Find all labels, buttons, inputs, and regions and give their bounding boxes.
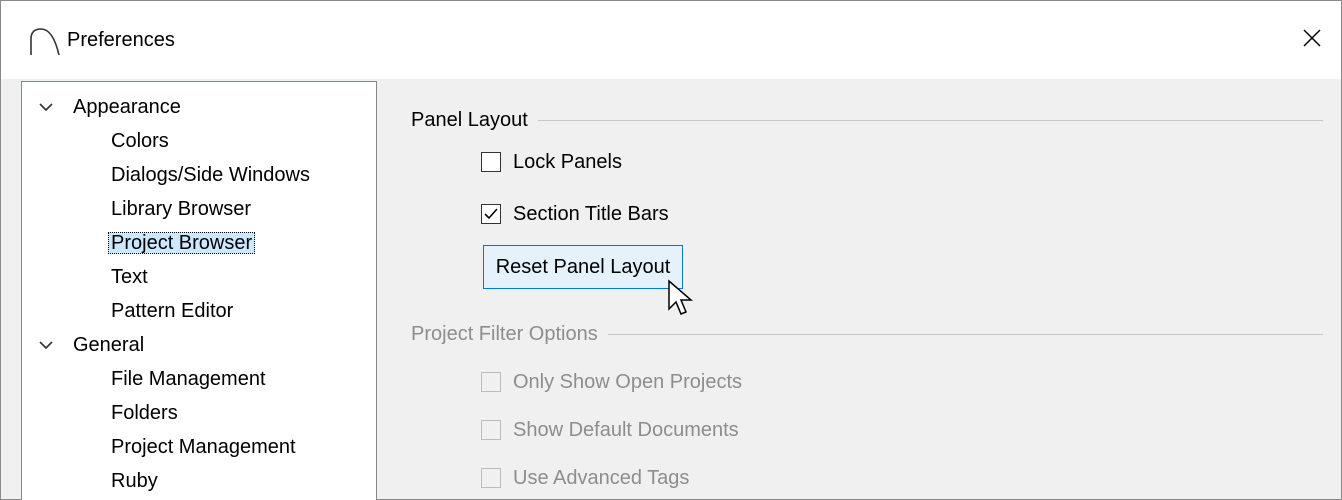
tree-item-label: File Management [111, 368, 266, 390]
only-show-open-projects-checkbox[interactable]: Only Show Open Projects [481, 367, 742, 397]
tree-item-label: Ruby [111, 470, 158, 492]
tree-item-label: Pattern Editor [111, 300, 234, 322]
tree-item-label: Project Browser [108, 232, 256, 254]
chevron-down-icon[interactable] [36, 328, 56, 362]
tree-item-dialogs-side-windows[interactable]: Dialogs/Side Windows [108, 158, 313, 192]
use-advanced-tags-checkbox[interactable]: Use Advanced Tags [481, 463, 689, 493]
checkmark-icon [484, 208, 498, 220]
show-default-documents-checkbox[interactable]: Show Default Documents [481, 415, 739, 445]
section-title-bars-checkbox[interactable]: Section Title Bars [481, 199, 669, 229]
lock-panels-checkbox[interactable]: Lock Panels [481, 147, 622, 177]
tree-item-label: Text [111, 266, 148, 288]
tree-item-label: Dialogs/Side Windows [111, 164, 310, 186]
checkbox-label: Only Show Open Projects [513, 370, 742, 393]
tree-item-folders[interactable]: Folders [108, 396, 181, 430]
tree-item-label: General [73, 334, 145, 356]
tree-item-project-management[interactable]: Project Management [108, 430, 299, 464]
tree-item-colors[interactable]: Colors [108, 124, 172, 158]
tree-item-text[interactable]: Text [108, 260, 151, 294]
checkbox-label: Lock Panels [513, 150, 622, 173]
tree-item-library-browser[interactable]: Library Browser [108, 192, 254, 226]
checkbox-box[interactable] [481, 204, 501, 224]
close-icon [1303, 29, 1321, 47]
tree-item-label: Project Management [111, 436, 296, 458]
tree-item-ruby[interactable]: Ruby [108, 464, 161, 498]
checkbox-label: Show Default Documents [513, 418, 739, 441]
close-button[interactable] [1291, 17, 1333, 59]
panel-layout-group: Panel Layout [411, 107, 1323, 133]
chevron-down-icon[interactable] [36, 90, 56, 124]
checkbox-label: Section Title Bars [513, 202, 669, 225]
preferences-tree[interactable]: Appearance Colors Dialogs/Side Windows L… [21, 81, 377, 500]
checkbox-box[interactable] [481, 372, 501, 392]
tree-item-pattern-editor[interactable]: Pattern Editor [108, 294, 236, 328]
title-bar: Preferences [1, 1, 1341, 79]
app-logo-icon [30, 28, 60, 56]
checkbox-box[interactable] [481, 468, 501, 488]
tree-item-label: Appearance [73, 96, 181, 118]
checkbox-label: Use Advanced Tags [513, 466, 690, 489]
tree-item-label: Colors [111, 130, 169, 152]
project-filter-options-group: Project Filter Options [411, 321, 1323, 347]
panel-layout-title: Panel Layout [411, 107, 538, 133]
project-filter-options-title: Project Filter Options [411, 321, 608, 347]
tree-item-label: Library Browser [111, 198, 252, 220]
group-divider [411, 120, 1323, 121]
checkbox-box[interactable] [481, 420, 501, 440]
tree-item-project-browser[interactable]: Project Browser [108, 226, 256, 260]
tree-item-appearance[interactable]: Appearance [22, 90, 184, 124]
checkbox-box[interactable] [481, 152, 501, 172]
reset-panel-layout-button[interactable]: Reset Panel Layout [483, 245, 683, 289]
preferences-dialog: Preferences Appearance Colors Dialogs/Si… [0, 0, 1342, 500]
window-title: Preferences [67, 29, 175, 51]
tree-item-general[interactable]: General [22, 328, 147, 362]
tree-item-file-management[interactable]: File Management [108, 362, 269, 396]
tree-item-label: Folders [111, 402, 178, 424]
